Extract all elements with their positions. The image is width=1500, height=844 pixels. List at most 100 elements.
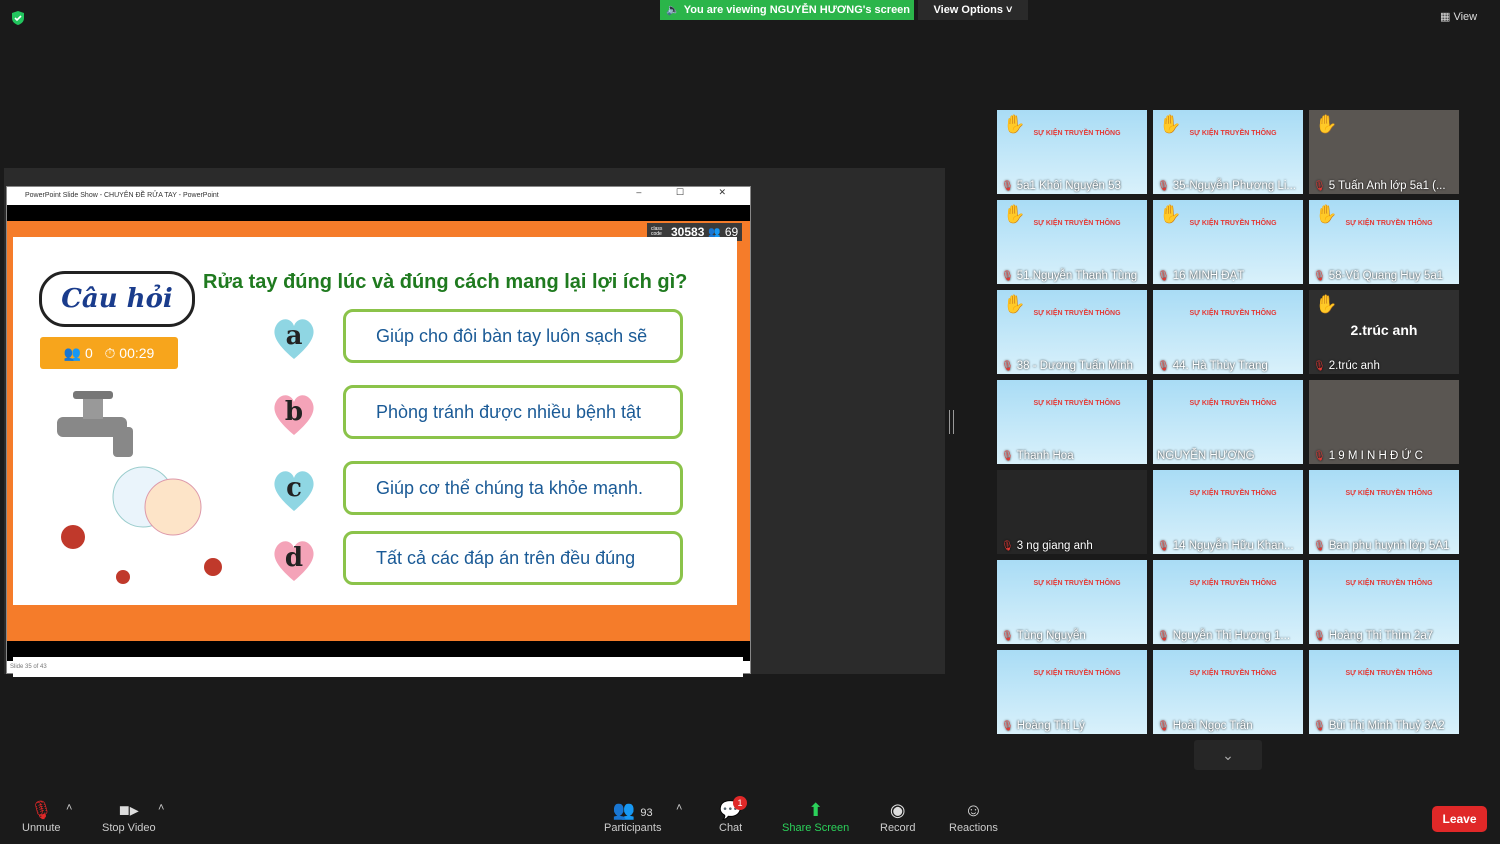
participant-name: Thanh Hoa	[1016, 450, 1074, 462]
answer-letter: b	[284, 397, 304, 427]
answer-option[interactable]: Giúp cho đôi bàn tay luôn sạch sẽ	[343, 309, 683, 363]
reactions-button[interactable]: ☺ Reactions	[949, 800, 998, 834]
question-badge: Câu hỏi	[39, 271, 195, 327]
poster-title: SỰ KIỆN TRUYỀN THÔNG	[1345, 220, 1433, 227]
muted-mic-icon: 🎙	[1313, 451, 1326, 462]
leave-button[interactable]: Leave	[1432, 806, 1487, 832]
poster-title: SỰ KIỆN TRUYỀN THÔNG	[1345, 580, 1433, 587]
stopwatch-icon: ⏱	[104, 345, 116, 361]
participant-name: Bùi Thị Minh Thuỷ 3A2	[1328, 720, 1445, 732]
answer-letter: a	[285, 321, 303, 351]
reactions-label: Reactions	[949, 822, 998, 834]
participant-tile[interactable]: SỰ KIỆN TRUYỀN THÔNG 🎙 44. Hà Thùy Trang	[1153, 290, 1303, 374]
participant-tile[interactable]: SỰ KIỆN TRUYỀN THÔNG 🎙 Thanh Hoa	[997, 380, 1147, 464]
audio-options-chevron[interactable]: ˄	[66, 802, 72, 814]
muted-mic-icon: 🎙	[1157, 631, 1170, 642]
participant-tile[interactable]: SỰ KIỆN TRUYỀN THÔNG NGUYỄN HƯƠNG	[1153, 380, 1303, 464]
chat-label: Chat	[719, 822, 743, 834]
answer-letter: d	[284, 543, 304, 573]
muted-mic-icon: 🎙	[1001, 271, 1014, 282]
poster-title: SỰ KIỆN TRUYỀN THÔNG	[1189, 670, 1277, 677]
participant-name-label: 🎙 Hoài Ngọc Trân	[1157, 720, 1253, 732]
participant-name-label: 🎙 5 Tuấn Anh lớp 5a1 (...	[1313, 180, 1446, 192]
participant-name: Hoài Ngọc Trân	[1172, 720, 1253, 732]
answer-option[interactable]: Giúp cơ thể chúng ta khỏe mạnh.	[343, 461, 683, 515]
participants-chevron[interactable]: ˄	[676, 802, 682, 814]
muted-mic-icon: 🎙	[1313, 181, 1326, 192]
participant-tile[interactable]: SỰ KIỆN TRUYỀN THÔNG ✋ 🎙 51.Nguyễn Thanh Tù…	[997, 200, 1147, 284]
video-options-chevron[interactable]: ˄	[158, 802, 164, 814]
participant-tile[interactable]: SỰ KIỆN TRUYỀN THÔNG 🎙 Tùng Nguyễn	[997, 560, 1147, 644]
participant-tile[interactable]: SỰ KIỆN TRUYỀN THÔNG ✋ 🎙 35-Nguyễn Phương L…	[1153, 110, 1303, 194]
participant-tile[interactable]: 🎙 3 ng giang anh	[997, 470, 1147, 554]
raised-hand-icon: ✋	[1159, 204, 1182, 224]
participant-tile[interactable]: SỰ KIỆN TRUYỀN THÔNG 🎙 14 Nguyễn Hữu Khan.…	[1153, 470, 1303, 554]
participant-name-label: 🎙 Bùi Thị Minh Thuỷ 3A2	[1313, 720, 1445, 732]
raised-hand-icon: ✋	[1315, 204, 1338, 224]
participant-name: 2.trúc anh	[1328, 360, 1380, 372]
participant-tile[interactable]: SỰ KIỆN TRUYỀN THÔNG ✋ 🎙 58-Vũ Quang Huy 5a…	[1309, 200, 1459, 284]
participant-name-label: NGUYỄN HƯƠNG	[1157, 450, 1255, 462]
poster-title: SỰ KIỆN TRUYỀN THÔNG	[1033, 220, 1121, 227]
participant-name: 3 ng giang anh	[1016, 540, 1093, 552]
participant-name: 16 MINH ĐẠT	[1172, 270, 1245, 282]
muted-mic-icon: 🎙	[1157, 181, 1170, 192]
window-controls[interactable]: – ☐ ✕	[636, 187, 742, 198]
unmute-button[interactable]: 🎙 Unmute	[22, 800, 61, 834]
participant-tile[interactable]: 🎙 1 9 M I N H Đ Ứ C	[1309, 380, 1459, 464]
poster-title: SỰ KIỆN TRUYỀN THÔNG	[1033, 130, 1121, 137]
status-bar: Slide 35 of 43	[7, 661, 750, 673]
slide-content: Câu hỏi Rửa tay đúng lúc và đúng cách ma…	[13, 237, 737, 605]
muted-mic-icon: 🎙	[1001, 721, 1014, 732]
participant-tile[interactable]: SỰ KIỆN TRUYỀN THÔNG 🎙 Ban phụ huynh lớp 5…	[1309, 470, 1459, 554]
participant-name-label: 🎙 Thanh Hoa	[1001, 450, 1074, 462]
participant-tile[interactable]: SỰ KIỆN TRUYỀN THÔNG 🎙 Bùi Thị Minh Thuỷ 3…	[1309, 650, 1459, 734]
participant-tile[interactable]: 2.trúc anh ✋ 🎙 2.trúc anh	[1309, 290, 1459, 374]
viewing-banner: 🔈 You are viewing NGUYỄN HƯƠNG's screen	[660, 0, 914, 20]
participant-tile[interactable]: SỰ KIỆN TRUYỀN THÔNG ✋ 🎙 16 MINH ĐẠT	[1153, 200, 1303, 284]
participants-button[interactable]: 👥 93 Participants	[604, 800, 661, 834]
share-screen-button[interactable]: ⬆ Share Screen	[782, 800, 849, 834]
participant-name-label: 🎙 5a1 Khôi Nguyên 53	[1001, 180, 1121, 192]
participant-tile[interactable]: SỰ KIỆN TRUYỀN THÔNG 🎙 Nguyễn Thị Hương 1.…	[1153, 560, 1303, 644]
answer-option[interactable]: Tất cả các đáp án trên đều đúng	[343, 531, 683, 585]
muted-mic-icon: 🎙	[29, 800, 53, 820]
participant-name: Ban phụ huynh lớp 5A1	[1328, 540, 1450, 552]
muted-mic-icon: 🎙	[1001, 361, 1014, 372]
participant-name: 44. Hà Thùy Trang	[1172, 360, 1268, 372]
participant-name: 5a1 Khôi Nguyên 53	[1016, 180, 1121, 192]
raised-hand-icon: ✋	[1003, 114, 1026, 134]
participant-name-label: 🎙 Hoàng Thị Lý	[1001, 720, 1085, 732]
participant-name-label: 🎙 16 MINH ĐẠT	[1157, 270, 1244, 282]
splitter-handle[interactable]	[949, 410, 954, 434]
participant-tile[interactable]: SỰ KIỆN TRUYỀN THÔNG ✋ 🎙 5a1 Khôi Nguyên 53	[997, 110, 1147, 194]
participant-name-label: 🎙 35-Nguyễn Phương Li...	[1157, 180, 1296, 192]
view-layout-button[interactable]: ▦ View	[1440, 10, 1477, 23]
answer-letter: c	[286, 473, 302, 503]
security-shield-icon[interactable]	[10, 10, 26, 26]
poster-title: SỰ KIỆN TRUYỀN THÔNG	[1033, 670, 1121, 677]
view-options-label: View Options	[933, 4, 1003, 16]
record-label: Record	[880, 822, 916, 834]
participant-tile[interactable]: ✋ 🎙 5 Tuấn Anh lớp 5a1 (...	[1309, 110, 1459, 194]
participants-icon: 👥 93	[612, 800, 653, 820]
stop-video-button[interactable]: ■▸ Stop Video	[102, 800, 156, 834]
question-heading: Rửa tay đúng lúc và đúng cách mang lại l…	[203, 271, 688, 293]
participant-tile[interactable]: SỰ KIỆN TRUYỀN THÔNG 🎙 Hoàng Thị Lý	[997, 650, 1147, 734]
view-options-button[interactable]: View Options ˅	[918, 0, 1028, 20]
participant-tile[interactable]: SỰ KIỆN TRUYỀN THÔNG 🎙 Hoài Ngọc Trân	[1153, 650, 1303, 734]
participant-name: Tùng Nguyễn	[1016, 630, 1086, 642]
participant-name-label: 🎙 38 - Dương Tuấn Minh	[1001, 360, 1133, 372]
viewing-banner-text: You are viewing NGUYỄN HƯƠNG's screen	[683, 4, 911, 16]
record-button[interactable]: ◉ Record	[880, 800, 915, 834]
answer-option[interactable]: Phòng tránh được nhiều bệnh tật	[343, 385, 683, 439]
poster-title: SỰ KIỆN TRUYỀN THÔNG	[1189, 490, 1277, 497]
participant-name-label: 🎙 2.trúc anh	[1313, 360, 1380, 372]
camera-icon: ■▸	[118, 800, 139, 820]
muted-mic-icon: 🎙	[1157, 271, 1170, 282]
participant-tile[interactable]: SỰ KIỆN TRUYỀN THÔNG 🎙 Hoàng Thị Thìm 2a7	[1309, 560, 1459, 644]
chat-button[interactable]: 💬 1 Chat	[719, 796, 747, 834]
muted-mic-icon: 🎙	[1157, 541, 1170, 552]
chevron-down-icon[interactable]: ⌄	[1194, 740, 1262, 770]
participant-tile[interactable]: SỰ KIỆN TRUYỀN THÔNG ✋ 🎙 38 - Dương Tuấn Mi…	[997, 290, 1147, 374]
